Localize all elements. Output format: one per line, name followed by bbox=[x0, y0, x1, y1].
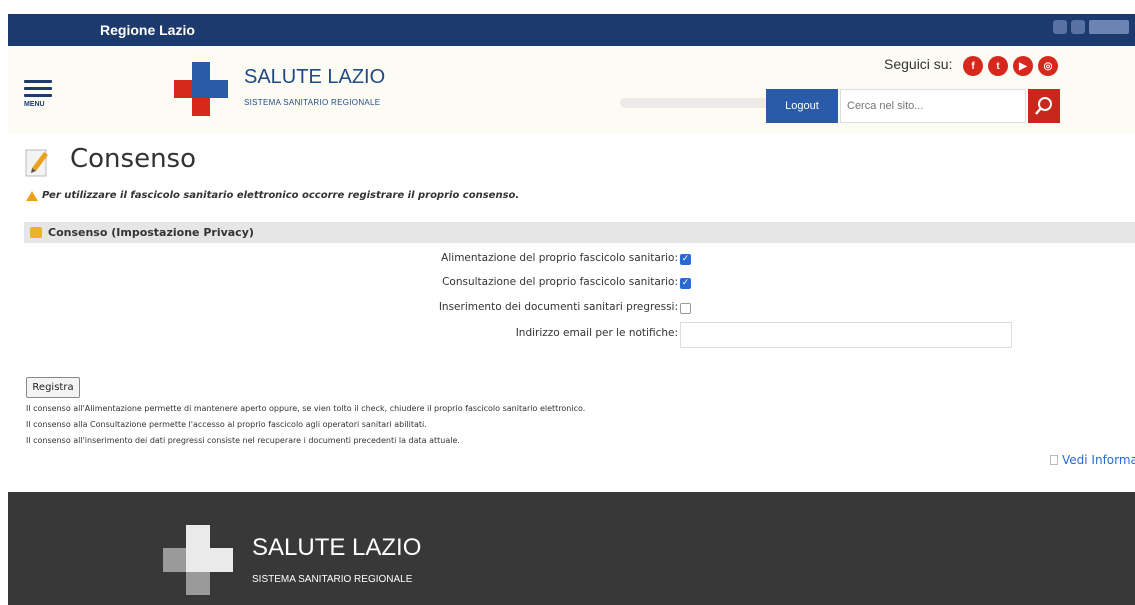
footer-brand-subtitle: SISTEMA SANITARIO REGIONALE bbox=[252, 574, 413, 585]
footer-brand-title: SALUTE LAZIO bbox=[252, 534, 422, 561]
institution-logos bbox=[1053, 20, 1129, 34]
field-label-alimentazione: Alimentazione del proprio fascicolo sani… bbox=[441, 252, 678, 264]
hamburger-icon bbox=[24, 80, 52, 83]
instagram-icon[interactable]: ◎ bbox=[1038, 56, 1058, 76]
facebook-icon[interactable]: f bbox=[963, 56, 983, 76]
vedi-informativa-link[interactable]: Vedi Informa bbox=[1050, 453, 1135, 467]
hamburger-bar bbox=[24, 87, 52, 90]
page-title: Consenso bbox=[70, 144, 197, 174]
site-header: MENU SALUTE LAZIO SISTEMA SANITARIO REGI… bbox=[8, 46, 1135, 134]
checkbox-alimentazione[interactable]: ✓ bbox=[680, 254, 691, 265]
top-spacer bbox=[0, 0, 1135, 14]
field-label-email: Indirizzo email per le notifiche: bbox=[515, 327, 678, 339]
lock-icon bbox=[30, 227, 42, 238]
site-footer: SALUTE LAZIO SISTEMA SANITARIO REGIONALE bbox=[8, 492, 1135, 605]
region-bar: Regione Lazio bbox=[8, 14, 1135, 46]
section-title: Consenso (Impostazione Privacy) bbox=[48, 226, 254, 239]
salute-lazio-logo-icon[interactable] bbox=[174, 62, 228, 116]
social-links: f t ▶ ◎ bbox=[963, 56, 1058, 76]
eu-logo-icon bbox=[1053, 20, 1067, 34]
note-pregressi: Il consenso all'inserimento dei dati pre… bbox=[26, 436, 460, 445]
youtube-icon[interactable]: ▶ bbox=[1013, 56, 1033, 76]
search-button[interactable] bbox=[1028, 89, 1060, 123]
menu-button[interactable]: MENU bbox=[24, 80, 52, 108]
italy-emblem-icon bbox=[1071, 20, 1085, 34]
consent-document-icon bbox=[25, 149, 48, 177]
field-label-consultazione: Consultazione del proprio fascicolo sani… bbox=[442, 276, 678, 288]
region-label[interactable]: Regione Lazio bbox=[100, 22, 195, 38]
note-alimentazione: Il consenso all'Alimentazione permette d… bbox=[26, 404, 586, 413]
logout-button[interactable]: Logout bbox=[766, 89, 838, 123]
brand-subtitle: SISTEMA SANITARIO REGIONALE bbox=[244, 98, 381, 107]
note-consultazione: Il consenso alla Consultazione permette … bbox=[26, 420, 427, 429]
menu-label: MENU bbox=[24, 101, 45, 108]
field-label-pregressi: Inserimento dei documenti sanitari pregr… bbox=[438, 301, 678, 313]
regione-lazio-logo-icon bbox=[1089, 20, 1129, 34]
warning-text: Per utilizzare il fascicolo sanitario el… bbox=[42, 190, 520, 201]
footer-logo-icon[interactable] bbox=[163, 525, 233, 595]
search-input[interactable] bbox=[840, 89, 1026, 123]
checkbox-pregressi[interactable] bbox=[680, 303, 691, 314]
consent-warning: Per utilizzare il fascicolo sanitario el… bbox=[26, 190, 519, 201]
brand-title[interactable]: SALUTE LAZIO bbox=[244, 66, 385, 89]
hamburger-bar bbox=[24, 94, 52, 97]
search-icon bbox=[1035, 97, 1052, 115]
privacy-section-header: Consenso (Impostazione Privacy) bbox=[24, 222, 1135, 243]
social-label: Seguici su: bbox=[884, 56, 953, 72]
registra-button[interactable]: Registra bbox=[26, 377, 80, 398]
document-icon bbox=[1050, 455, 1058, 465]
vedi-link-text: Vedi Informa bbox=[1062, 453, 1135, 467]
user-name-blurred bbox=[620, 98, 770, 108]
warning-icon bbox=[26, 190, 38, 201]
checkbox-consultazione[interactable]: ✓ bbox=[680, 278, 691, 289]
twitter-icon[interactable]: t bbox=[988, 56, 1008, 76]
email-field[interactable] bbox=[680, 322, 1012, 348]
